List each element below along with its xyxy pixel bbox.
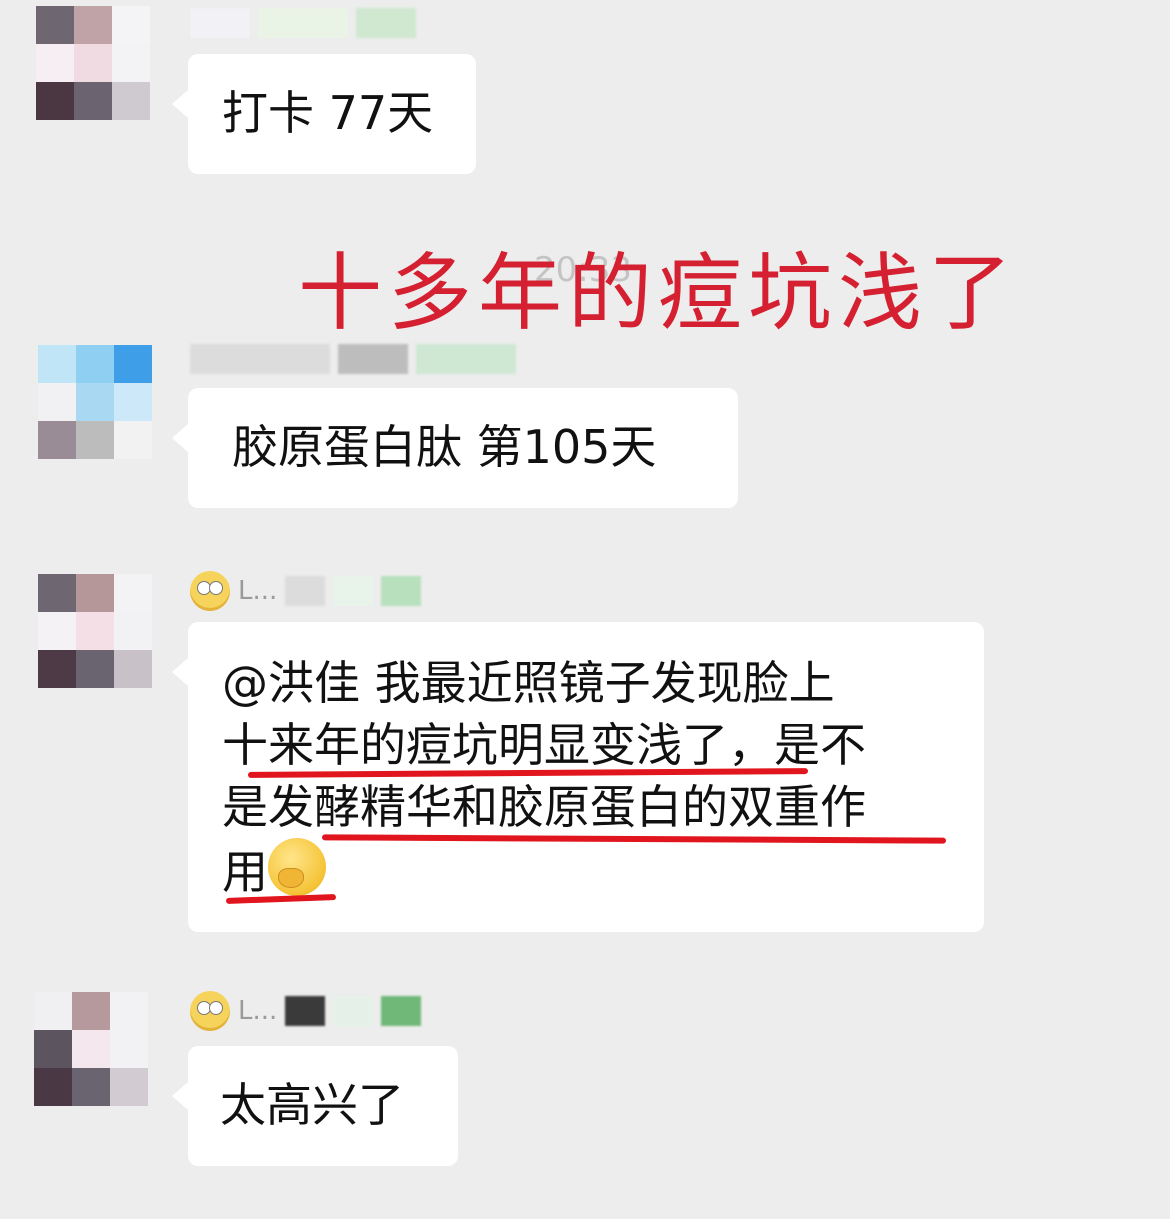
name-blur-block	[381, 576, 422, 606]
avatar[interactable]	[36, 6, 150, 120]
sender-name-row	[190, 6, 416, 40]
message-line: 用	[222, 845, 268, 899]
sender-name: L...	[238, 576, 278, 606]
message-line: @洪佳 我最近照镜子发现脸上	[222, 656, 835, 710]
name-blur-block	[356, 8, 416, 38]
sender-name: L...	[238, 996, 278, 1026]
name-blur-block	[333, 996, 374, 1026]
message-line: 十来年的痘坑明显变浅了，是不	[222, 718, 866, 772]
name-blur-block	[416, 344, 516, 374]
hugging-face-emoji-icon	[268, 838, 326, 896]
name-blur-block	[190, 8, 250, 38]
avatar[interactable]	[38, 345, 152, 459]
message-bubble[interactable]: 打卡 77天	[172, 54, 476, 174]
name-blur-block	[285, 996, 326, 1026]
name-blur-block	[190, 344, 330, 374]
headline-overlay: 十多年的痘坑浅了	[298, 244, 1019, 342]
name-blur-block	[333, 576, 374, 606]
message-text: 胶原蛋白肽 第105天	[232, 420, 657, 474]
message-line: 是发酵精华和胶原蛋白的双重作	[222, 780, 866, 834]
sender-name-row: L...	[190, 571, 422, 611]
sender-name-row	[190, 342, 516, 376]
avatar[interactable]	[38, 574, 152, 688]
message-text: 太高兴了	[220, 1078, 404, 1132]
message-bubble[interactable]: 胶原蛋白肽 第105天	[172, 388, 738, 508]
message-bubble[interactable]: 太高兴了	[172, 1046, 458, 1166]
name-blur-block	[338, 344, 408, 374]
avatar[interactable]	[34, 992, 148, 1106]
sender-name-row: L...	[190, 991, 422, 1031]
name-blur-block	[258, 8, 348, 38]
panda-icon	[114, 421, 152, 459]
message-text: 打卡 77天	[222, 86, 434, 140]
eye-roll-emoji-icon	[190, 571, 230, 611]
name-blur-block	[381, 996, 422, 1026]
eye-roll-emoji-icon	[190, 991, 230, 1031]
name-blur-block	[285, 576, 326, 606]
